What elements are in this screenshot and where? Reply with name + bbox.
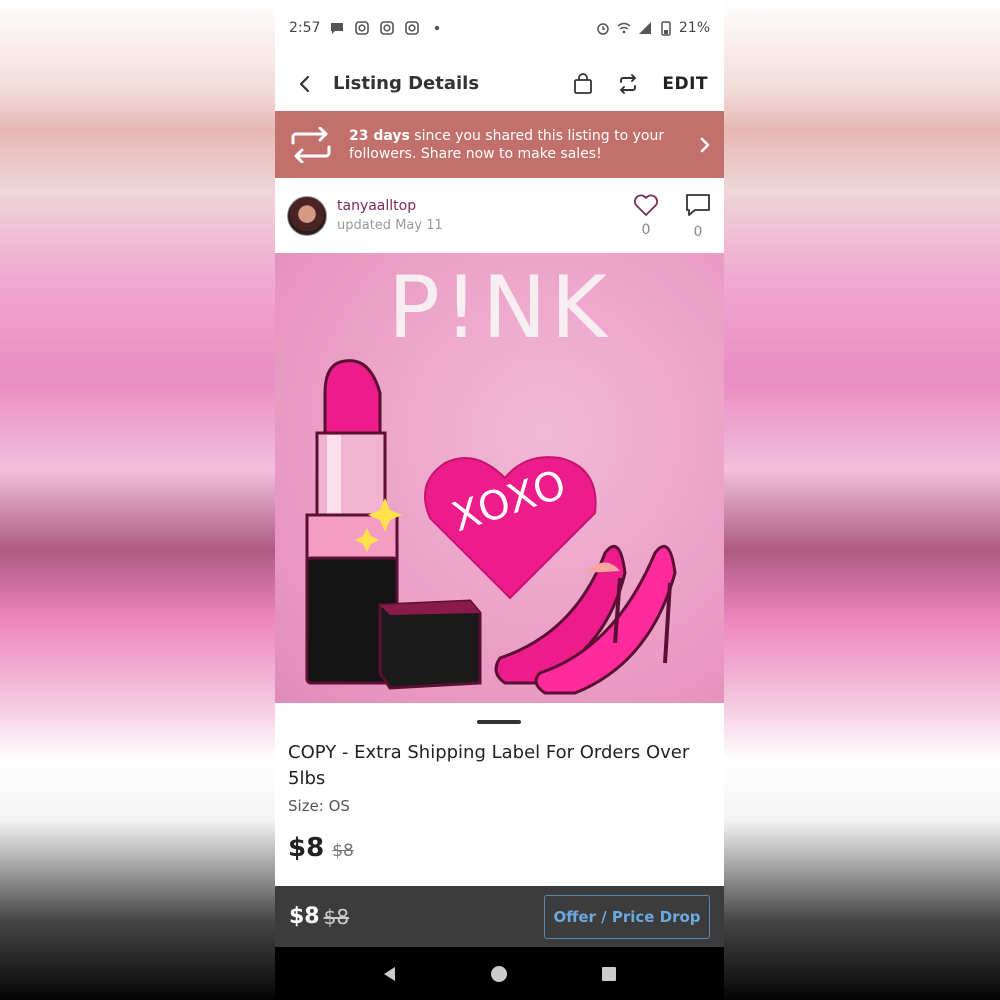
- seller-row: tanyaalltop updated May 11 0 0: [275, 178, 724, 253]
- product-size: Size: OS: [288, 797, 350, 815]
- app-header: Listing Details EDIT: [275, 56, 724, 111]
- chat-bubble-icon: [331, 23, 344, 34]
- avatar[interactable]: [287, 195, 327, 236]
- share-reminder-text: 23 days since you shared this listing to…: [349, 127, 669, 163]
- blurred-background-right: [725, 0, 1000, 1000]
- like-count: 0: [641, 221, 651, 238]
- drag-handle[interactable]: [477, 720, 521, 724]
- bar-original-price: $8: [323, 904, 350, 929]
- listing-updated-date: updated May 11: [337, 218, 443, 233]
- share-reminder-banner[interactable]: 23 days since you shared this listing to…: [275, 111, 724, 178]
- bar-price: $8: [289, 904, 320, 929]
- product-title: COPY - Extra Shipping Label For Orders O…: [288, 742, 690, 789]
- back-button[interactable]: [291, 70, 319, 98]
- share-icon[interactable]: [616, 72, 640, 96]
- like-button[interactable]: 0: [632, 192, 660, 240]
- instagram-icon: [355, 21, 370, 35]
- edit-button[interactable]: EDIT: [662, 74, 708, 94]
- page-title: Listing Details: [333, 73, 480, 94]
- instagram-icon: [405, 21, 420, 35]
- system-nav-bar: [275, 947, 724, 1000]
- nav-back-icon[interactable]: [380, 964, 400, 984]
- pink-title-text: P!NK: [387, 258, 612, 358]
- product-original-price: $8: [332, 841, 354, 861]
- signal-icon: [638, 22, 651, 34]
- comment-icon: [686, 193, 710, 216]
- wifi-calling-icon: [617, 22, 631, 34]
- heart-icon: [634, 194, 658, 216]
- instagram-icon: [380, 21, 395, 35]
- battery-icon: [661, 21, 671, 36]
- buy-bar: $8 $8 Offer / Price Drop: [275, 886, 724, 947]
- offer-price-drop-button[interactable]: Offer / Price Drop: [544, 894, 710, 939]
- status-time: 2:57: [289, 20, 321, 36]
- seller-username[interactable]: tanyaalltop: [337, 198, 443, 214]
- product-price: $8: [288, 833, 325, 863]
- blurred-background-left: [0, 0, 275, 1000]
- nav-home-icon[interactable]: [489, 964, 509, 984]
- comment-button[interactable]: 0: [684, 192, 712, 240]
- alarm-icon: [597, 23, 609, 35]
- battery-percent: 21%: [678, 20, 710, 36]
- share-days: 23 days: [349, 127, 410, 144]
- phone-screen: 2:57 21% Listing Details EDIT 23 days si…: [275, 0, 724, 1000]
- dot-icon: [435, 25, 440, 31]
- status-bar: 2:57 21%: [275, 0, 724, 56]
- nav-recents-icon[interactable]: [599, 964, 619, 984]
- back-arrow-icon: [299, 75, 310, 92]
- share-arrows-icon: [291, 126, 331, 163]
- shopping-bag-icon[interactable]: [572, 72, 594, 96]
- comment-count: 0: [693, 223, 703, 240]
- price-row: $8 $8: [288, 833, 354, 863]
- chevron-right-icon: [700, 137, 710, 152]
- listing-image[interactable]: P!NK XOXO: [275, 253, 724, 703]
